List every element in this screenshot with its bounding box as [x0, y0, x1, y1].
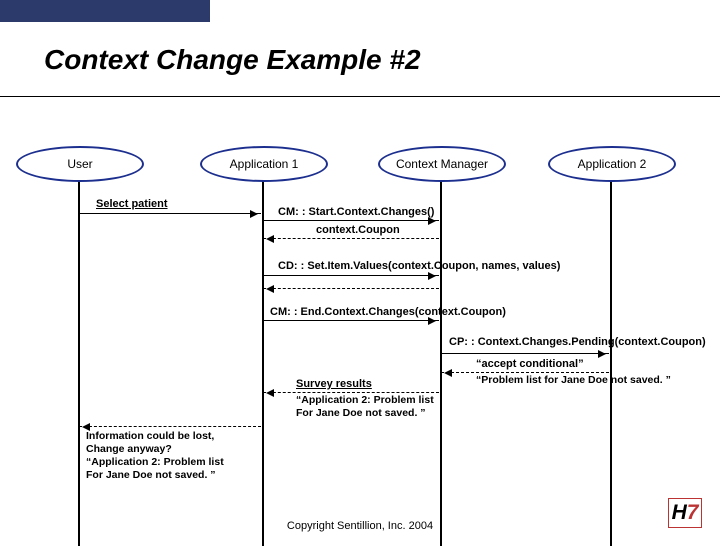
msg-label: context.Coupon	[316, 224, 400, 236]
arrow-coupon	[263, 238, 439, 239]
actor-cm: Context Manager	[378, 146, 506, 182]
actor-app1: Application 1	[200, 146, 328, 182]
msg-accept-cond: “accept conditional”	[476, 358, 584, 370]
actor-app2: Application 2	[548, 146, 676, 182]
msg-set-values: CD: : Set.Item.Values(context.Coupon, na…	[278, 260, 560, 272]
msg-survey: Survey results	[296, 378, 372, 390]
note-survey: “Application 2: Problem list For Jane Do…	[296, 394, 456, 420]
msg-select-patient: Select patient	[96, 198, 168, 210]
arrow-user-prompt	[79, 426, 261, 427]
msg-end-ctx: CM: : End.Context.Changes(context.Coupon…	[270, 306, 506, 318]
msg-label: Survey results	[296, 378, 372, 390]
arrow-pending	[441, 353, 609, 354]
slide-title: Context Change Example #2	[44, 44, 421, 76]
note-user-prompt: Information could be lost, Change anyway…	[86, 430, 262, 483]
msg-start-ctx: CM: : Start.Context.Changes()	[278, 206, 434, 218]
msg-label: Select patient	[96, 198, 168, 210]
arrow-set-values	[263, 275, 439, 276]
msg-coupon: context.Coupon	[316, 224, 400, 236]
footer-copyright: Copyright Sentillion, Inc. 2004	[0, 520, 720, 532]
arrow-end-ctx	[263, 320, 439, 321]
header-accent-bar	[0, 0, 210, 22]
msg-label: CP: : Context.Changes.Pending(context.Co…	[449, 336, 706, 348]
arrow-set-values-return	[263, 288, 439, 289]
msg-label: CM: : End.Context.Changes(context.Coupon…	[270, 306, 506, 318]
msg-label: CM: : Start.Context.Changes()	[278, 206, 434, 218]
msg-pending: CP: : Context.Changes.Pending(context.Co…	[449, 336, 706, 348]
arrow-accept-cond	[441, 372, 609, 373]
actor-user: User	[16, 146, 144, 182]
title-underline	[0, 96, 720, 97]
note-app2-detail: “Problem list for Jane Doe not saved. ”	[476, 374, 696, 387]
msg-label: “accept conditional”	[476, 358, 584, 370]
arrow-survey	[263, 392, 439, 393]
hl7-logo-icon: H	[668, 498, 702, 528]
arrow-start-ctx	[263, 220, 439, 221]
arrow-select-patient	[79, 213, 261, 214]
msg-label: CD: : Set.Item.Values(context.Coupon, na…	[278, 260, 560, 272]
